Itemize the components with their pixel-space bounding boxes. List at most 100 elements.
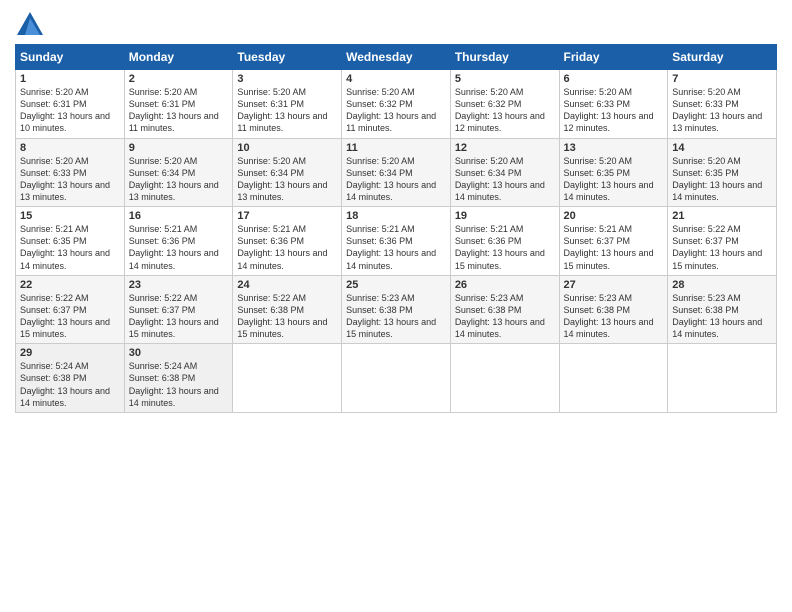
calendar-cell: 3 Sunrise: 5:20 AM Sunset: 6:31 PM Dayli…: [233, 70, 342, 139]
day-info: Sunrise: 5:21 AM Sunset: 6:35 PM Dayligh…: [20, 223, 120, 272]
calendar-cell: [668, 344, 777, 413]
day-header-monday: Monday: [124, 45, 233, 70]
calendar-cell: 7 Sunrise: 5:20 AM Sunset: 6:33 PM Dayli…: [668, 70, 777, 139]
day-number: 16: [129, 210, 229, 222]
calendar-cell: [450, 344, 559, 413]
day-header-saturday: Saturday: [668, 45, 777, 70]
day-number: 21: [672, 210, 772, 222]
day-number: 15: [20, 210, 120, 222]
calendar-cell: 20 Sunrise: 5:21 AM Sunset: 6:37 PM Dayl…: [559, 207, 668, 276]
logo-icon: [15, 10, 45, 40]
calendar-cell: 2 Sunrise: 5:20 AM Sunset: 6:31 PM Dayli…: [124, 70, 233, 139]
day-number: 24: [237, 279, 337, 291]
day-info: Sunrise: 5:22 AM Sunset: 6:37 PM Dayligh…: [20, 292, 120, 341]
calendar-cell: 6 Sunrise: 5:20 AM Sunset: 6:33 PM Dayli…: [559, 70, 668, 139]
calendar-header-row: SundayMondayTuesdayWednesdayThursdayFrid…: [16, 45, 777, 70]
calendar-week-row: 15 Sunrise: 5:21 AM Sunset: 6:35 PM Dayl…: [16, 207, 777, 276]
page: SundayMondayTuesdayWednesdayThursdayFrid…: [0, 0, 792, 612]
calendar-cell: 28 Sunrise: 5:23 AM Sunset: 6:38 PM Dayl…: [668, 275, 777, 344]
calendar-week-row: 1 Sunrise: 5:20 AM Sunset: 6:31 PM Dayli…: [16, 70, 777, 139]
day-info: Sunrise: 5:20 AM Sunset: 6:31 PM Dayligh…: [237, 86, 337, 135]
day-info: Sunrise: 5:21 AM Sunset: 6:36 PM Dayligh…: [455, 223, 555, 272]
day-number: 13: [564, 142, 664, 154]
day-header-sunday: Sunday: [16, 45, 125, 70]
day-info: Sunrise: 5:21 AM Sunset: 6:36 PM Dayligh…: [237, 223, 337, 272]
day-number: 8: [20, 142, 120, 154]
day-info: Sunrise: 5:22 AM Sunset: 6:37 PM Dayligh…: [672, 223, 772, 272]
day-number: 3: [237, 73, 337, 85]
calendar-cell: 29 Sunrise: 5:24 AM Sunset: 6:38 PM Dayl…: [16, 344, 125, 413]
day-info: Sunrise: 5:22 AM Sunset: 6:38 PM Dayligh…: [237, 292, 337, 341]
day-number: 1: [20, 73, 120, 85]
day-number: 29: [20, 347, 120, 359]
day-number: 9: [129, 142, 229, 154]
calendar-cell: 13 Sunrise: 5:20 AM Sunset: 6:35 PM Dayl…: [559, 138, 668, 207]
day-number: 7: [672, 73, 772, 85]
calendar-cell: 16 Sunrise: 5:21 AM Sunset: 6:36 PM Dayl…: [124, 207, 233, 276]
day-number: 26: [455, 279, 555, 291]
calendar-cell: 21 Sunrise: 5:22 AM Sunset: 6:37 PM Dayl…: [668, 207, 777, 276]
day-number: 23: [129, 279, 229, 291]
calendar-cell: 5 Sunrise: 5:20 AM Sunset: 6:32 PM Dayli…: [450, 70, 559, 139]
calendar-cell: 14 Sunrise: 5:20 AM Sunset: 6:35 PM Dayl…: [668, 138, 777, 207]
day-info: Sunrise: 5:23 AM Sunset: 6:38 PM Dayligh…: [455, 292, 555, 341]
calendar-cell: 8 Sunrise: 5:20 AM Sunset: 6:33 PM Dayli…: [16, 138, 125, 207]
calendar-table: SundayMondayTuesdayWednesdayThursdayFrid…: [15, 44, 777, 413]
day-info: Sunrise: 5:21 AM Sunset: 6:36 PM Dayligh…: [129, 223, 229, 272]
day-header-wednesday: Wednesday: [342, 45, 451, 70]
calendar-cell: [342, 344, 451, 413]
day-info: Sunrise: 5:20 AM Sunset: 6:33 PM Dayligh…: [564, 86, 664, 135]
day-info: Sunrise: 5:20 AM Sunset: 6:31 PM Dayligh…: [20, 86, 120, 135]
day-number: 14: [672, 142, 772, 154]
calendar-cell: 27 Sunrise: 5:23 AM Sunset: 6:38 PM Dayl…: [559, 275, 668, 344]
day-info: Sunrise: 5:23 AM Sunset: 6:38 PM Dayligh…: [346, 292, 446, 341]
calendar-week-row: 29 Sunrise: 5:24 AM Sunset: 6:38 PM Dayl…: [16, 344, 777, 413]
day-number: 4: [346, 73, 446, 85]
day-info: Sunrise: 5:21 AM Sunset: 6:36 PM Dayligh…: [346, 223, 446, 272]
day-info: Sunrise: 5:20 AM Sunset: 6:34 PM Dayligh…: [237, 155, 337, 204]
calendar-cell: 25 Sunrise: 5:23 AM Sunset: 6:38 PM Dayl…: [342, 275, 451, 344]
calendar-cell: [233, 344, 342, 413]
calendar-cell: 4 Sunrise: 5:20 AM Sunset: 6:32 PM Dayli…: [342, 70, 451, 139]
day-header-friday: Friday: [559, 45, 668, 70]
day-info: Sunrise: 5:20 AM Sunset: 6:31 PM Dayligh…: [129, 86, 229, 135]
day-number: 27: [564, 279, 664, 291]
calendar-cell: 1 Sunrise: 5:20 AM Sunset: 6:31 PM Dayli…: [16, 70, 125, 139]
day-number: 25: [346, 279, 446, 291]
calendar-cell: 18 Sunrise: 5:21 AM Sunset: 6:36 PM Dayl…: [342, 207, 451, 276]
calendar-cell: 30 Sunrise: 5:24 AM Sunset: 6:38 PM Dayl…: [124, 344, 233, 413]
day-info: Sunrise: 5:20 AM Sunset: 6:33 PM Dayligh…: [672, 86, 772, 135]
day-info: Sunrise: 5:20 AM Sunset: 6:35 PM Dayligh…: [672, 155, 772, 204]
calendar-cell: 23 Sunrise: 5:22 AM Sunset: 6:37 PM Dayl…: [124, 275, 233, 344]
day-info: Sunrise: 5:20 AM Sunset: 6:32 PM Dayligh…: [455, 86, 555, 135]
logo: [15, 10, 49, 40]
calendar-cell: 9 Sunrise: 5:20 AM Sunset: 6:34 PM Dayli…: [124, 138, 233, 207]
day-number: 5: [455, 73, 555, 85]
day-info: Sunrise: 5:20 AM Sunset: 6:35 PM Dayligh…: [564, 155, 664, 204]
calendar-week-row: 22 Sunrise: 5:22 AM Sunset: 6:37 PM Dayl…: [16, 275, 777, 344]
day-number: 6: [564, 73, 664, 85]
calendar-cell: 11 Sunrise: 5:20 AM Sunset: 6:34 PM Dayl…: [342, 138, 451, 207]
day-number: 11: [346, 142, 446, 154]
day-info: Sunrise: 5:20 AM Sunset: 6:34 PM Dayligh…: [129, 155, 229, 204]
calendar-week-row: 8 Sunrise: 5:20 AM Sunset: 6:33 PM Dayli…: [16, 138, 777, 207]
day-info: Sunrise: 5:20 AM Sunset: 6:33 PM Dayligh…: [20, 155, 120, 204]
day-header-thursday: Thursday: [450, 45, 559, 70]
day-header-tuesday: Tuesday: [233, 45, 342, 70]
calendar-cell: [559, 344, 668, 413]
calendar-cell: 22 Sunrise: 5:22 AM Sunset: 6:37 PM Dayl…: [16, 275, 125, 344]
calendar-cell: 10 Sunrise: 5:20 AM Sunset: 6:34 PM Dayl…: [233, 138, 342, 207]
day-number: 10: [237, 142, 337, 154]
day-info: Sunrise: 5:21 AM Sunset: 6:37 PM Dayligh…: [564, 223, 664, 272]
day-number: 17: [237, 210, 337, 222]
day-info: Sunrise: 5:20 AM Sunset: 6:32 PM Dayligh…: [346, 86, 446, 135]
day-number: 18: [346, 210, 446, 222]
day-number: 12: [455, 142, 555, 154]
day-number: 22: [20, 279, 120, 291]
day-info: Sunrise: 5:24 AM Sunset: 6:38 PM Dayligh…: [129, 360, 229, 409]
header: [15, 10, 777, 40]
day-number: 28: [672, 279, 772, 291]
calendar-cell: 12 Sunrise: 5:20 AM Sunset: 6:34 PM Dayl…: [450, 138, 559, 207]
calendar-cell: 24 Sunrise: 5:22 AM Sunset: 6:38 PM Dayl…: [233, 275, 342, 344]
day-number: 2: [129, 73, 229, 85]
